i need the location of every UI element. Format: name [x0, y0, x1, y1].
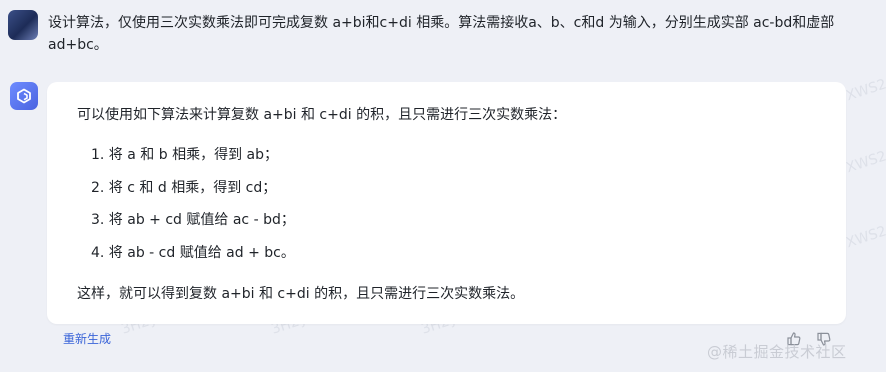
list-item: 4. 将 ab - cd 赋值给 ad + bc。 — [91, 244, 295, 261]
algorithm-steps-list: 1. 将 a 和 b 相乘，得到 ab； 2. 将 c 和 d 相乘，得到 cd… — [91, 144, 295, 274]
list-item: 1. 将 a 和 b 相乘，得到 ab； — [91, 147, 278, 163]
chat-page: 3H2yXWS2 3H2yXWS2 3H2yXWS2 3H2yXWS2 3H2y… — [0, 0, 886, 372]
list-item: 3. 将 ab + cd 赋值给 ac - bd； — [91, 212, 295, 228]
footer-brand-watermark: @稀土掘金技术社区 — [707, 343, 847, 361]
bot-avatar — [10, 82, 38, 110]
cube-logo-icon — [17, 88, 31, 104]
assistant-message-card: 可以使用如下算法来计算复数 a+bi 和 c+di 的积，且只需进行三次实数乘法… — [47, 82, 846, 324]
user-avatar — [8, 10, 38, 40]
list-item: 2. 将 c 和 d 相乘，得到 cd； — [91, 179, 277, 196]
regenerate-button[interactable]: 重新生成 — [63, 330, 111, 347]
assistant-outro: 这样，就可以得到复数 a+bi 和 c+di 的积，且只需进行三次实数乘法。 — [77, 286, 525, 302]
assistant-intro: 可以使用如下算法来计算复数 a+bi 和 c+di 的积，且只需进行三次实数乘法… — [77, 107, 567, 123]
user-message-text: 设计算法，仅使用三次实数乘法即可完成复数 a+bi和c+di 相乘。算法需接收a… — [48, 15, 835, 53]
